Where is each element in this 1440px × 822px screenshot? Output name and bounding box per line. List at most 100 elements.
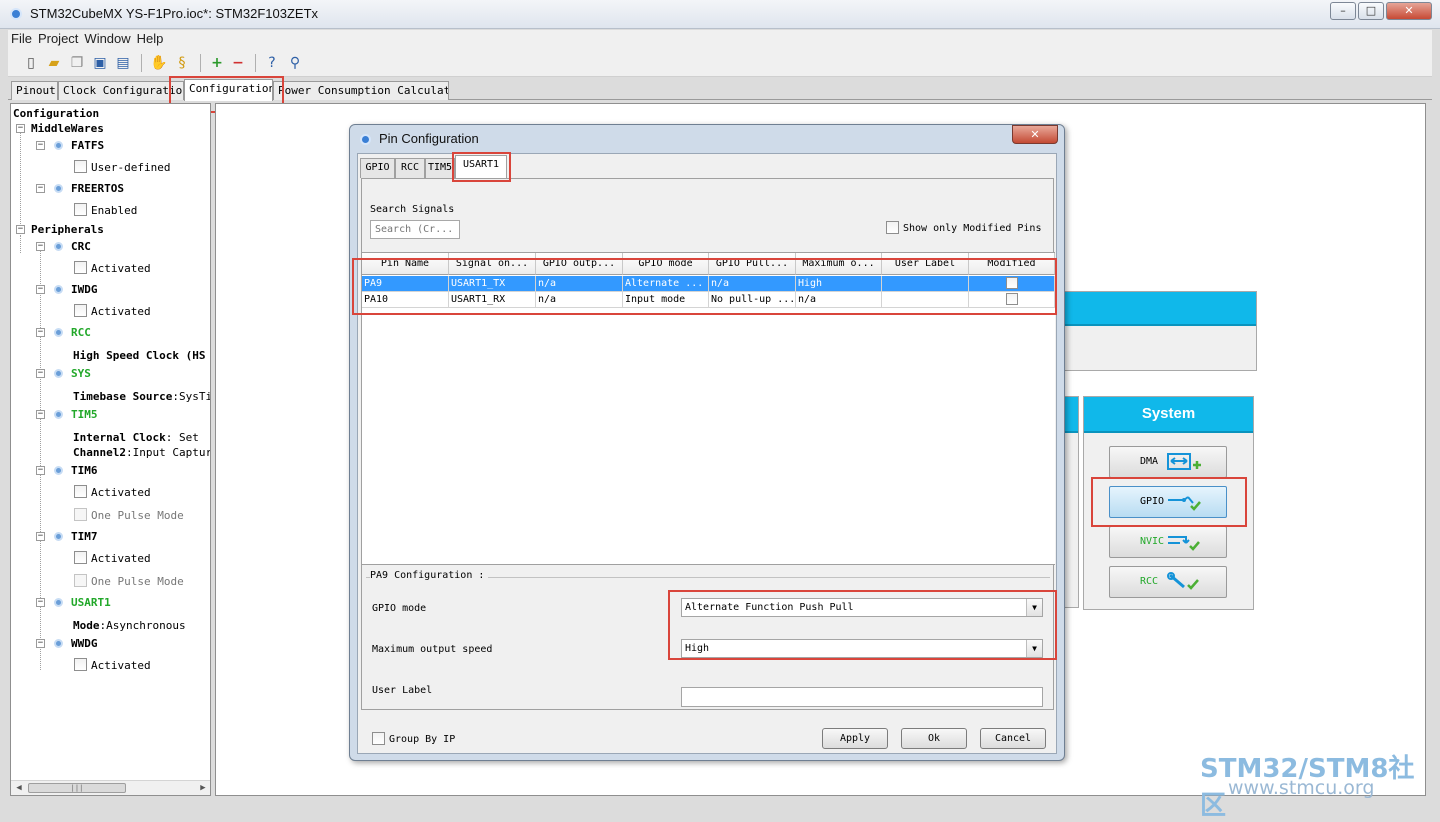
tree-peripherals[interactable]: Peripherals bbox=[31, 223, 104, 237]
tree-item-usart1[interactable]: USART1 bbox=[71, 596, 111, 610]
tree-item-rcc[interactable]: RCC bbox=[71, 326, 91, 340]
wwdg-activated-checkbox[interactable] bbox=[74, 658, 87, 671]
modified-checkbox[interactable] bbox=[1006, 277, 1018, 289]
tab-rcc[interactable]: RCC bbox=[395, 158, 425, 178]
tree-item-fatfs[interactable]: FATFS bbox=[71, 139, 104, 153]
collapse-icon[interactable]: − bbox=[36, 466, 45, 475]
gpio-mode-select[interactable]: Alternate Function Push Pull ▼ bbox=[681, 598, 1043, 617]
col-pin-name[interactable]: Pin Name bbox=[362, 253, 449, 275]
tree-item-tim7[interactable]: TIM7 bbox=[71, 530, 98, 544]
max-speed-select[interactable]: High ▼ bbox=[681, 639, 1043, 658]
freertos-enabled-checkbox[interactable] bbox=[74, 203, 87, 216]
generate-code-icon[interactable]: ✋ bbox=[150, 54, 168, 72]
tab-clock-configuration[interactable]: Clock Configuration bbox=[58, 81, 184, 100]
collapse-icon[interactable]: − bbox=[16, 225, 25, 234]
maximize-button[interactable]: □ bbox=[1358, 2, 1384, 20]
tim6-activated-label: Activated bbox=[91, 486, 151, 499]
iwdg-activated-checkbox[interactable] bbox=[74, 304, 87, 317]
help-icon[interactable]: ? bbox=[263, 54, 281, 72]
tree-item-crc[interactable]: CRC bbox=[71, 240, 91, 254]
menu-help[interactable]: Help bbox=[134, 30, 167, 46]
system-header: System bbox=[1084, 397, 1253, 433]
dialog-content: GPIO RCC TIM5 USART1 Search Signals Show… bbox=[357, 153, 1057, 754]
search-icon[interactable]: ⚲ bbox=[286, 54, 304, 72]
tree-item-iwdg[interactable]: IWDG bbox=[71, 283, 98, 297]
tab-usart1[interactable]: USART1 bbox=[455, 155, 507, 179]
tab-power-consumption-calculator[interactable]: Power Consumption Calculator bbox=[273, 81, 449, 100]
gear-icon bbox=[54, 285, 63, 294]
menu-file[interactable]: File bbox=[8, 30, 35, 46]
cell-max-output: High bbox=[796, 276, 882, 292]
nvic-button[interactable]: NVIC bbox=[1109, 526, 1227, 558]
col-max-output[interactable]: Maximum o... bbox=[796, 253, 882, 275]
scrollbar-thumb[interactable]: ||| bbox=[28, 783, 126, 793]
collapse-icon[interactable]: − bbox=[36, 639, 45, 648]
tree-item-tim6[interactable]: TIM6 bbox=[71, 464, 98, 478]
remove-icon[interactable]: − bbox=[229, 54, 247, 72]
horizontal-scrollbar[interactable]: ◀ ||| ▶ bbox=[11, 780, 210, 795]
col-modified[interactable]: Modified bbox=[969, 253, 1055, 275]
collapse-icon[interactable]: − bbox=[36, 285, 45, 294]
tree-item-tim5[interactable]: TIM5 bbox=[71, 408, 98, 422]
tab-gpio[interactable]: GPIO bbox=[360, 158, 395, 178]
crc-activated-checkbox[interactable] bbox=[74, 261, 87, 274]
cell-gpio-pull: n/a bbox=[709, 276, 796, 292]
col-gpio-mode[interactable]: GPIO mode bbox=[623, 253, 709, 275]
tim7-activated-checkbox[interactable] bbox=[74, 551, 87, 564]
modified-checkbox[interactable] bbox=[1006, 293, 1018, 305]
user-label-label: User Label bbox=[372, 685, 433, 696]
tree-middlewares[interactable]: MiddleWares bbox=[31, 122, 104, 136]
tab-configuration[interactable]: Configuration bbox=[184, 79, 273, 101]
user-label-input[interactable] bbox=[681, 687, 1043, 707]
menu-project[interactable]: Project bbox=[35, 30, 81, 46]
collapse-icon[interactable]: − bbox=[36, 141, 45, 150]
save-all-icon[interactable]: ▤ bbox=[114, 54, 132, 72]
tree-item-freertos[interactable]: FREERTOS bbox=[71, 182, 124, 196]
collapse-icon[interactable]: − bbox=[36, 184, 45, 193]
copy-icon[interactable]: ❐ bbox=[68, 54, 86, 72]
collapse-icon[interactable]: − bbox=[36, 328, 45, 337]
group-by-ip-checkbox[interactable] bbox=[372, 732, 385, 745]
scroll-left-icon[interactable]: ◀ bbox=[12, 782, 26, 794]
ok-button[interactable]: Ok bbox=[901, 728, 967, 749]
fatfs-user-defined-checkbox[interactable] bbox=[74, 160, 87, 173]
sys-timebase-source: Timebase Source:SysTi bbox=[73, 390, 211, 403]
report-icon[interactable]: § bbox=[173, 54, 191, 72]
minimize-button[interactable]: – bbox=[1330, 2, 1356, 20]
tab-pinout[interactable]: Pinout bbox=[11, 81, 58, 100]
cell-gpio-pull: No pull-up ... bbox=[709, 292, 796, 308]
open-folder-icon[interactable]: ▰ bbox=[45, 54, 63, 72]
save-icon[interactable]: ▣ bbox=[91, 54, 109, 72]
collapse-icon[interactable]: − bbox=[36, 369, 45, 378]
gpio-button[interactable]: GPIO bbox=[1109, 486, 1227, 518]
col-signal[interactable]: Signal on... bbox=[449, 253, 536, 275]
dma-icon bbox=[1167, 453, 1201, 470]
dialog-close-button[interactable]: ✕ bbox=[1012, 125, 1058, 144]
collapse-icon[interactable]: − bbox=[36, 242, 45, 251]
rcc-button[interactable]: RCC bbox=[1109, 566, 1227, 598]
show-modified-checkbox[interactable] bbox=[886, 221, 899, 234]
chevron-down-icon[interactable]: ▼ bbox=[1026, 599, 1042, 616]
search-signals-input[interactable] bbox=[370, 220, 460, 239]
collapse-icon[interactable]: − bbox=[36, 410, 45, 419]
col-gpio-pull[interactable]: GPIO Pull... bbox=[709, 253, 796, 275]
close-window-button[interactable]: ✕ bbox=[1386, 2, 1432, 20]
col-user-label[interactable]: User Label bbox=[882, 253, 969, 275]
col-gpio-output[interactable]: GPIO outp... bbox=[536, 253, 623, 275]
collapse-icon[interactable]: − bbox=[36, 532, 45, 541]
collapse-icon[interactable]: − bbox=[16, 124, 25, 133]
tim6-activated-checkbox[interactable] bbox=[74, 485, 87, 498]
new-file-icon[interactable]: ▯ bbox=[22, 54, 40, 72]
tree-item-wwdg[interactable]: WWDG bbox=[71, 637, 98, 651]
usart1-mode: Mode:Asynchronous bbox=[73, 619, 186, 632]
apply-button[interactable]: Apply bbox=[822, 728, 888, 749]
collapse-icon[interactable]: − bbox=[36, 598, 45, 607]
scroll-right-icon[interactable]: ▶ bbox=[196, 782, 210, 794]
tab-tim5[interactable]: TIM5 bbox=[425, 158, 455, 178]
chevron-down-icon[interactable]: ▼ bbox=[1026, 640, 1042, 657]
dma-button[interactable]: DMA bbox=[1109, 446, 1227, 478]
cancel-button[interactable]: Cancel bbox=[980, 728, 1046, 749]
tree-item-sys[interactable]: SYS bbox=[71, 367, 91, 381]
add-icon[interactable]: + bbox=[208, 54, 226, 72]
menu-window[interactable]: Window bbox=[81, 30, 133, 46]
